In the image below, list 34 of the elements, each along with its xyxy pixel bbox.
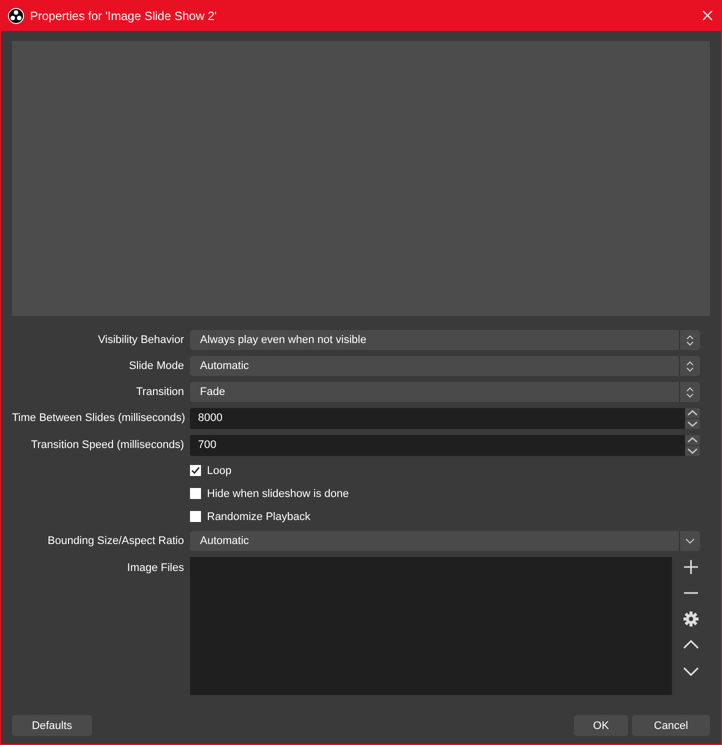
checkbox-label: Hide when slideshow is done	[207, 488, 349, 500]
field-label: Transition	[136, 386, 184, 398]
up-down-arrows-icon	[686, 386, 694, 398]
field-label: Image Files	[127, 562, 184, 574]
dropdown[interactable]: Fade	[190, 382, 700, 402]
dropdown[interactable]: Automatic	[190, 531, 700, 551]
number-field[interactable]: 700	[190, 434, 685, 456]
decrement-button[interactable]	[685, 446, 700, 456]
number-field[interactable]: 8000	[190, 408, 685, 428]
window-title: Properties for 'Image Slide Show 2'	[30, 8, 218, 22]
field-label: Transition Speed (milliseconds)	[30, 439, 184, 451]
app-logo-icon	[8, 8, 24, 24]
up-down-arrows-icon	[686, 334, 694, 346]
dropdown[interactable]: Automatic	[190, 356, 700, 376]
add-icon[interactable]	[683, 559, 699, 575]
close-icon	[702, 10, 712, 21]
increment-button[interactable]	[685, 434, 700, 444]
increment-button[interactable]	[685, 408, 700, 418]
field-label: Bounding Size/Aspect Ratio	[48, 535, 184, 547]
defaults-button[interactable]: Defaults	[12, 715, 92, 736]
checkbox[interactable]	[190, 488, 201, 499]
field-label: Slide Mode	[128, 360, 184, 372]
settings-icon[interactable]	[683, 611, 699, 627]
ok-button[interactable]: OK	[574, 715, 628, 736]
checkbox-label: Randomize Playback	[207, 510, 310, 522]
dropdown[interactable]: Always play even when not visible	[190, 330, 700, 350]
field-label: Visibility Behavior	[98, 334, 184, 346]
checkbox[interactable]	[190, 465, 201, 476]
checkbox[interactable]	[190, 511, 201, 522]
checkbox-label: Loop	[207, 464, 232, 476]
cancel-button[interactable]: Cancel	[632, 715, 710, 736]
decrement-button[interactable]	[685, 418, 700, 428]
field-label: Time Between Slides (milliseconds)	[12, 412, 186, 424]
up-down-arrows-icon	[686, 360, 694, 372]
